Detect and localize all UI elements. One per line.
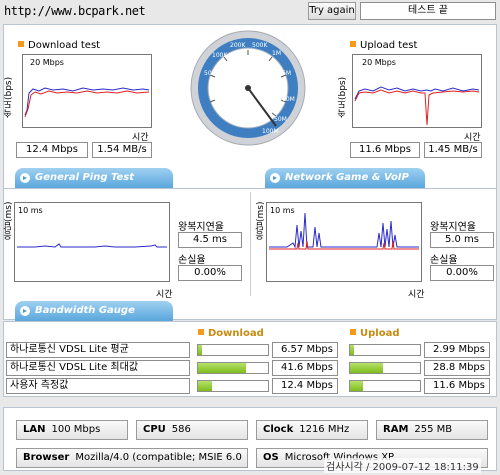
download-y-label: 속도(bps) bbox=[4, 76, 14, 118]
gauge-tick: 100K bbox=[212, 52, 228, 59]
download-value: 41.6 Mbps bbox=[272, 360, 338, 376]
os-label: OS bbox=[263, 452, 279, 463]
tab-general-ping[interactable]: General Ping Test bbox=[15, 168, 173, 188]
ram-label: RAM bbox=[383, 424, 409, 435]
download-test-title: Download test bbox=[18, 40, 100, 51]
download-value: 6.57 Mbps bbox=[272, 342, 338, 358]
cpu-info: CPU 586 bbox=[136, 420, 248, 440]
ping-loss-value: 0.00% bbox=[178, 265, 242, 281]
bullet-icon bbox=[350, 41, 356, 47]
cpu-label: CPU bbox=[143, 424, 166, 435]
upload-test-title: Upload test bbox=[350, 40, 417, 51]
bullet-icon bbox=[350, 329, 356, 335]
upload-y-label: 속도(bps) bbox=[338, 76, 348, 118]
clock-value: 1216 MHz bbox=[299, 424, 350, 435]
bandwidth-upload-header: Upload bbox=[350, 328, 399, 339]
download-mbps-value: 12.4 Mbps bbox=[16, 142, 88, 158]
gauge-tick: 200K bbox=[230, 42, 246, 49]
download-title-text: Download test bbox=[28, 40, 101, 51]
ping-rtt-value: 4.5 ms bbox=[178, 232, 242, 248]
timestamp: 검사시각 / 2009-07-12 18:11:39 bbox=[324, 458, 481, 473]
lan-value: 100 Mbps bbox=[51, 424, 101, 435]
bandwidth-download-header-text: Download bbox=[208, 328, 264, 339]
cpu-value: 586 bbox=[171, 424, 191, 435]
tab-general-ping-label: General Ping Test bbox=[35, 172, 135, 183]
upload-bar bbox=[349, 380, 421, 392]
upload-bar bbox=[349, 362, 421, 374]
upload-bar-fill bbox=[350, 345, 354, 355]
bandwidth-download-header: Download bbox=[198, 328, 264, 339]
gauge-tick: 5M bbox=[282, 70, 291, 77]
gauge-tick: 500K bbox=[252, 42, 268, 49]
clock-label: Clock bbox=[263, 424, 294, 435]
gauge-tick: 50M bbox=[274, 116, 287, 123]
download-bar-fill bbox=[198, 381, 212, 391]
download-mbs-value: 1.54 MB/s bbox=[92, 142, 152, 158]
game-loss-value: 0.00% bbox=[430, 265, 494, 281]
upload-value: 11.6 Mbps bbox=[424, 378, 490, 394]
upload-mbs-value: 1.45 MB/s bbox=[424, 142, 482, 158]
upload-bar bbox=[349, 344, 421, 356]
download-value: 12.4 Mbps bbox=[272, 378, 338, 394]
panel-divider bbox=[250, 192, 251, 296]
bandwidth-row-label: 사용자 측정값 bbox=[6, 378, 190, 394]
ping-rtt-label: 왕복지연율 bbox=[178, 222, 224, 233]
upload-bar-fill bbox=[350, 363, 383, 373]
bandwidth-upload-header-text: Upload bbox=[360, 328, 400, 339]
tab-bandwidth-gauge[interactable]: Bandwidth Gauge bbox=[15, 301, 173, 321]
arrow-icon bbox=[270, 173, 280, 183]
upload-title-text: Upload test bbox=[360, 40, 418, 51]
ping-axis-max: 10 ms bbox=[18, 206, 43, 215]
speed-gauge: 50K 100K 200K 500K 1M 5M 10M 50M 100M bbox=[190, 30, 306, 146]
status-field: 테스트 끝 bbox=[360, 2, 496, 20]
browser-info: Browser Mozilla/4.0 (compatible; MSIE 6.0 bbox=[16, 448, 248, 468]
game-axis-max: 10 ms bbox=[270, 206, 295, 215]
download-axis-max: 20 Mbps bbox=[30, 58, 64, 67]
browser-label: Browser bbox=[23, 452, 70, 463]
clock-info: Clock 1216 MHz bbox=[256, 420, 368, 440]
upload-axis-max: 20 Mbps bbox=[362, 58, 396, 67]
try-again-button[interactable]: Try again bbox=[308, 2, 356, 20]
ping-loss-label: 손실율 bbox=[178, 255, 206, 266]
gauge-dial bbox=[190, 30, 306, 146]
gauge-tick: 1M bbox=[272, 50, 281, 57]
lan-info: LAN 100 Mbps bbox=[16, 420, 128, 440]
bandwidth-row-label: 하나로통신 VDSL Lite 최대값 bbox=[6, 360, 190, 376]
download-bar bbox=[197, 362, 269, 374]
download-bar bbox=[197, 344, 269, 356]
bullet-icon bbox=[18, 41, 24, 47]
game-rtt-value: 5.0 ms bbox=[430, 232, 494, 248]
game-loss-label: 손실율 bbox=[430, 255, 458, 266]
bullet-icon bbox=[198, 329, 204, 335]
upload-value: 28.8 Mbps bbox=[424, 360, 490, 376]
gauge-tick: 100M bbox=[262, 128, 279, 135]
ping-x-label: 시간 bbox=[156, 290, 173, 300]
download-bar bbox=[197, 380, 269, 392]
game-x-label: 시간 bbox=[408, 290, 425, 300]
download-bar-fill bbox=[198, 345, 203, 355]
lan-label: LAN bbox=[23, 424, 46, 435]
arrow-icon bbox=[20, 173, 30, 183]
tab-bandwidth-label: Bandwidth Gauge bbox=[35, 305, 135, 316]
upload-bar-fill bbox=[350, 381, 364, 391]
bandwidth-row-label: 하나로통신 VDSL Lite 평균 bbox=[6, 342, 190, 358]
ram-info: RAM 255 MB bbox=[376, 420, 488, 440]
browser-value: Mozilla/4.0 (compatible; MSIE 6.0 bbox=[75, 452, 242, 463]
site-url: http://www.bcpark.net bbox=[4, 4, 146, 18]
game-rtt-label: 왕복지연율 bbox=[430, 222, 476, 233]
upload-value: 2.99 Mbps bbox=[424, 342, 490, 358]
ram-value: 255 MB bbox=[414, 424, 453, 435]
gauge-tick: 10M bbox=[282, 96, 295, 103]
gauge-tick: 50K bbox=[204, 70, 216, 77]
arrow-icon bbox=[20, 306, 30, 316]
download-bar-fill bbox=[198, 363, 246, 373]
upload-mbps-value: 11.6 Mbps bbox=[350, 142, 420, 158]
tab-network-game[interactable]: Network Game & VoIP Test bbox=[265, 168, 425, 203]
